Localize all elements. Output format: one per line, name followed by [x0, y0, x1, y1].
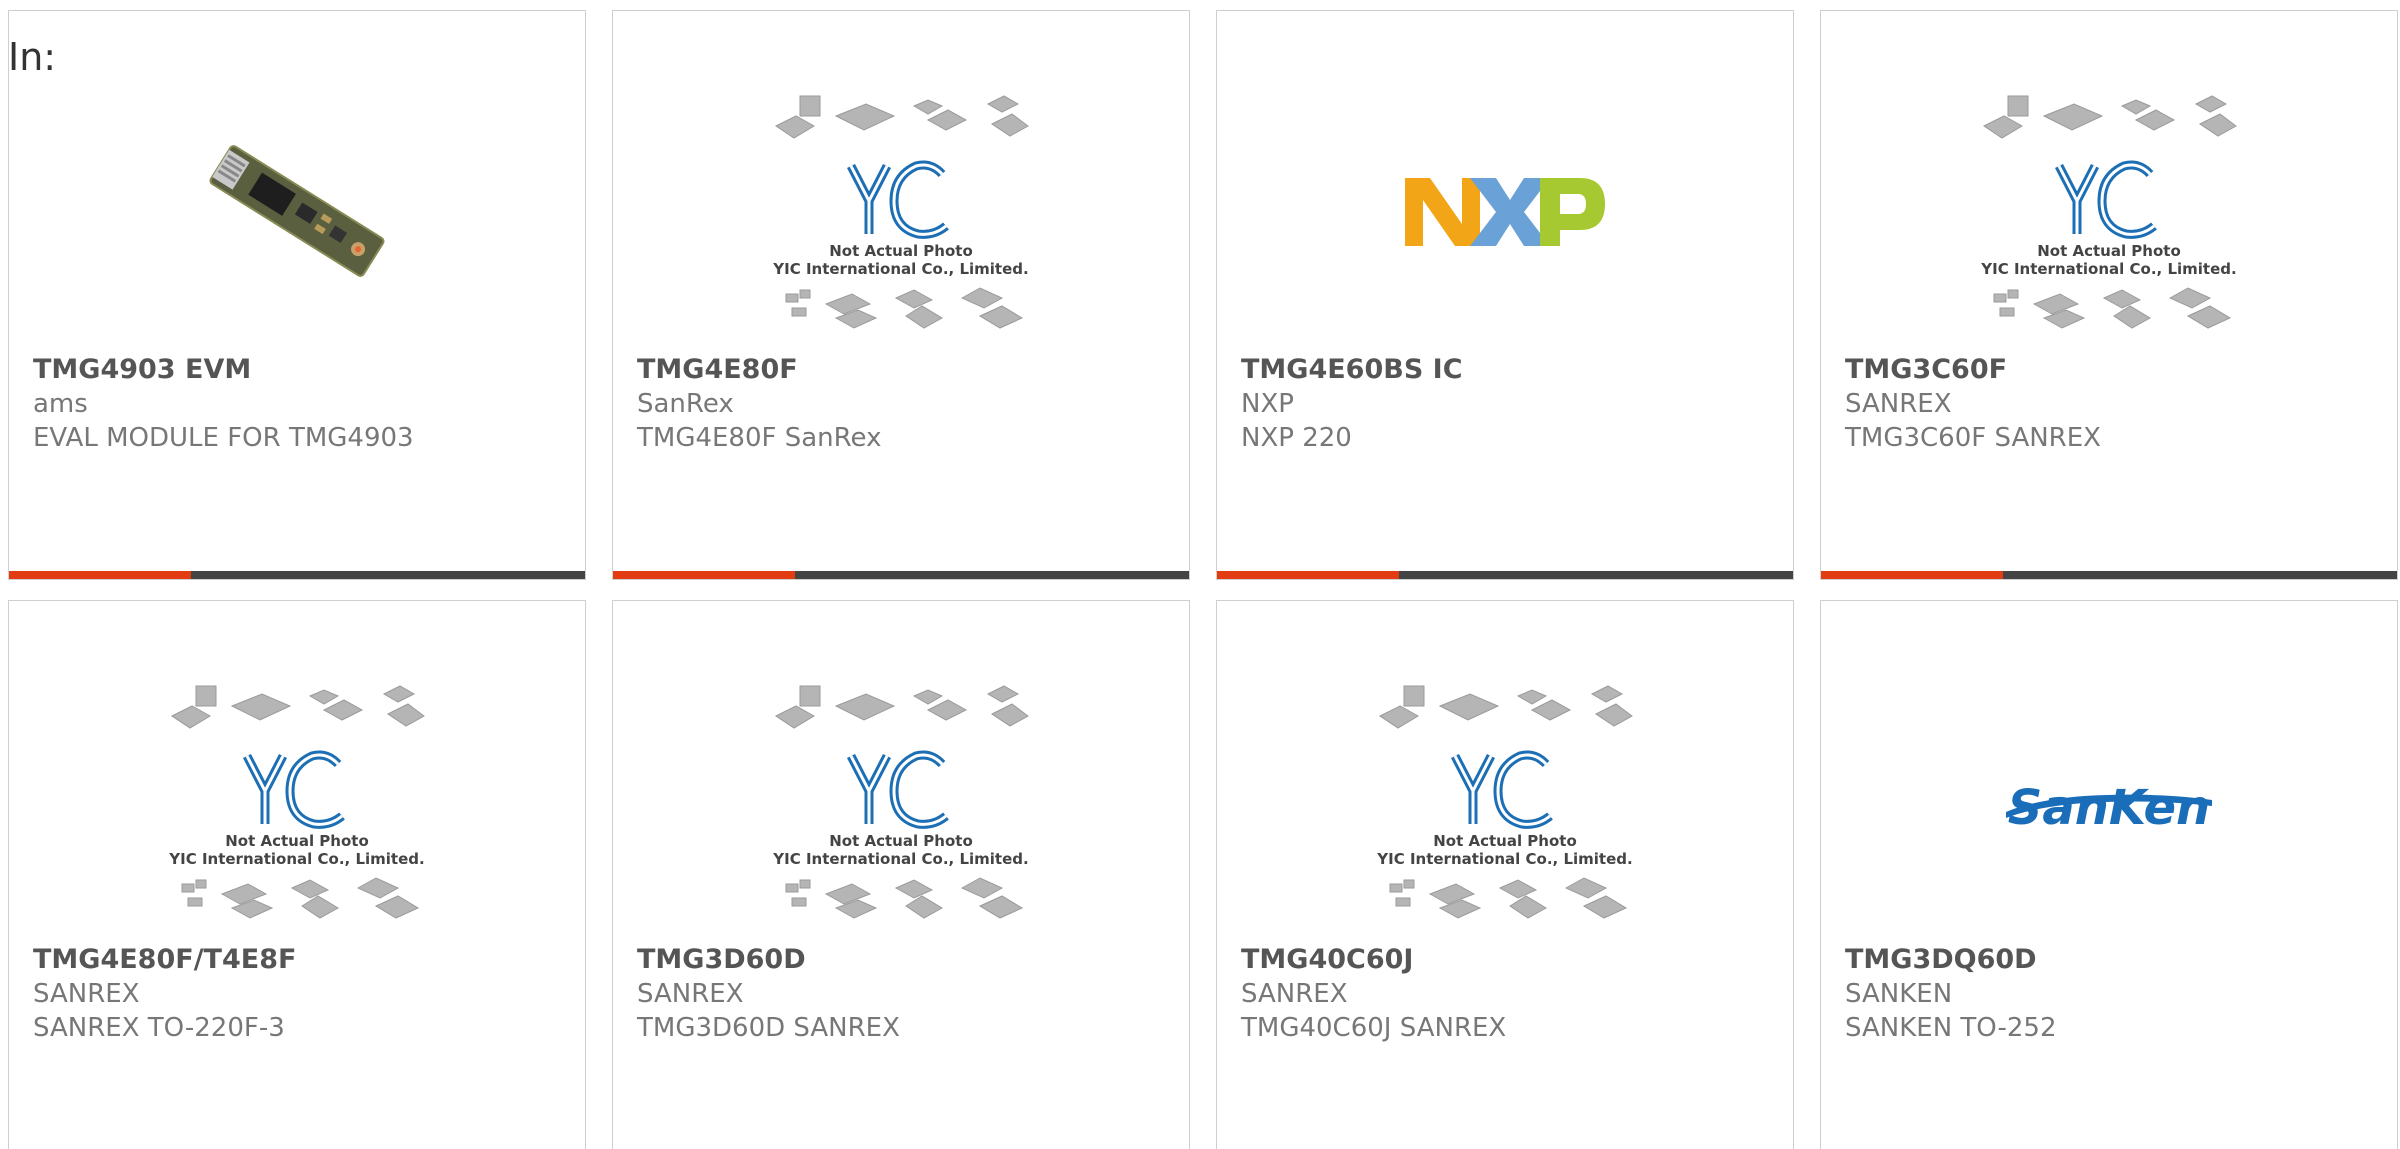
product-description: TMG40C60J SANREX [1241, 1013, 1507, 1043]
product-info: TMG4903 EVM ams EVAL MODULE FOR TMG4903 [33, 353, 575, 455]
pcb-module-image [209, 145, 385, 277]
product-description: SANREX TO-220F-3 [33, 1013, 285, 1043]
placeholder-line2: YIC International Co., Limited. [168, 850, 424, 868]
part-number-link[interactable]: TMG4903 EVM [33, 353, 575, 387]
product-image[interactable]: Not Actual Photo YIC International Co., … [1821, 66, 2397, 356]
card-footer-bar [9, 571, 585, 579]
product-card[interactable]: TMG4E60BS IC NXP NXP 220 [1216, 10, 1794, 580]
product-card[interactable]: Not Actual Photo YIC International Co., … [8, 600, 586, 1149]
manufacturer-name: SANREX [1241, 979, 1348, 1009]
sanken-logo-image: SanKen [2006, 780, 2212, 836]
card-accent-bar [9, 571, 191, 579]
not-actual-photo-image: Not Actual Photo YIC International Co., … [168, 685, 425, 919]
placeholder-line2: YIC International Co., Limited. [1376, 850, 1632, 868]
card-footer-bar [1217, 571, 1793, 579]
product-description: TMG3C60F SANREX [1845, 423, 2101, 453]
not-actual-photo-image: Not Actual Photo YIC International Co., … [772, 95, 1029, 329]
manufacturer-name: SANKEN [1845, 979, 1953, 1009]
placeholder-line1: Not Actual Photo [829, 832, 973, 850]
placeholder-line1: Not Actual Photo [829, 242, 973, 260]
product-image[interactable]: Not Actual Photo YIC International Co., … [613, 66, 1189, 356]
placeholder-line2: YIC International Co., Limited. [1980, 260, 2236, 278]
nxp-logo-image [1405, 178, 1605, 246]
placeholder-line2: YIC International Co., Limited. [772, 260, 1028, 278]
not-actual-photo-image: Not Actual Photo YIC International Co., … [772, 685, 1029, 919]
card-accent-bar [613, 571, 795, 579]
product-info: TMG4E80F/T4E8F SANREX SANREX TO-220F-3 [33, 943, 575, 1045]
product-description: TMG4E80F SanRex [637, 423, 882, 453]
placeholder-line1: Not Actual Photo [2037, 242, 2181, 260]
part-number-link[interactable]: TMG4E80F/T4E8F [33, 943, 575, 977]
product-info: TMG3D60D SANREX TMG3D60D SANREX [637, 943, 1179, 1045]
product-image[interactable]: SanKen [1821, 656, 2397, 946]
manufacturer-name: NXP [1241, 389, 1294, 419]
part-number-link[interactable]: TMG4E80F [637, 353, 1179, 387]
placeholder-line1: Not Actual Photo [225, 832, 369, 850]
product-info: TMG3DQ60D SANKEN SANKEN TO-252 [1845, 943, 2387, 1045]
product-description: NXP 220 [1241, 423, 1352, 453]
manufacturer-name: ams [33, 389, 88, 419]
card-accent-bar [1217, 571, 1399, 579]
card-accent-bar [1821, 571, 2003, 579]
part-number-link[interactable]: TMG4E60BS IC [1241, 353, 1783, 387]
manufacturer-name: SANREX [1845, 389, 1952, 419]
product-card[interactable]: Not Actual Photo YIC International Co., … [1820, 10, 2398, 580]
part-number-link[interactable]: TMG3C60F [1845, 353, 2387, 387]
product-info: TMG4E80F SanRex TMG4E80F SanRex [637, 353, 1179, 455]
product-card[interactable]: TMG4903 EVM ams EVAL MODULE FOR TMG4903 [8, 10, 586, 580]
product-card[interactable]: SanKen TMG3DQ60D SANKEN SANKEN TO-252 [1820, 600, 2398, 1149]
card-footer-bar [1821, 571, 2397, 579]
product-info: TMG4E60BS IC NXP NXP 220 [1241, 353, 1783, 455]
product-description: TMG3D60D SANREX [637, 1013, 900, 1043]
product-listing-page: In: TMG4903 EVM ams EVAL MODULE FOR TMG4… [0, 0, 2400, 1149]
placeholder-line1: Not Actual Photo [1433, 832, 1577, 850]
sanken-wordmark: SanKen [2008, 780, 2210, 836]
part-number-link[interactable]: TMG40C60J [1241, 943, 1783, 977]
manufacturer-name: SANREX [33, 979, 140, 1009]
product-image[interactable]: Not Actual Photo YIC International Co., … [9, 656, 585, 946]
product-image[interactable]: Not Actual Photo YIC International Co., … [613, 656, 1189, 946]
product-image[interactable] [9, 66, 585, 356]
product-image[interactable] [1217, 66, 1793, 356]
product-info: TMG40C60J SANREX TMG40C60J SANREX [1241, 943, 1783, 1045]
product-card[interactable]: Not Actual Photo YIC International Co., … [612, 10, 1190, 580]
product-description: SANKEN TO-252 [1845, 1013, 2057, 1043]
not-actual-photo-image: Not Actual Photo YIC International Co., … [1376, 685, 1633, 919]
filter-label: In: [8, 35, 57, 79]
manufacturer-name: SANREX [637, 979, 744, 1009]
product-description: EVAL MODULE FOR TMG4903 [33, 423, 414, 453]
product-card[interactable]: Not Actual Photo YIC International Co., … [612, 600, 1190, 1149]
product-info: TMG3C60F SANREX TMG3C60F SANREX [1845, 353, 2387, 455]
placeholder-line2: YIC International Co., Limited. [772, 850, 1028, 868]
not-actual-photo-image: Not Actual Photo YIC International Co., … [1980, 95, 2237, 329]
part-number-link[interactable]: TMG3DQ60D [1845, 943, 2387, 977]
product-card[interactable]: Not Actual Photo YIC International Co., … [1216, 600, 1794, 1149]
part-number-link[interactable]: TMG3D60D [637, 943, 1179, 977]
product-image[interactable]: Not Actual Photo YIC International Co., … [1217, 656, 1793, 946]
manufacturer-name: SanRex [637, 389, 734, 419]
card-footer-bar [613, 571, 1189, 579]
